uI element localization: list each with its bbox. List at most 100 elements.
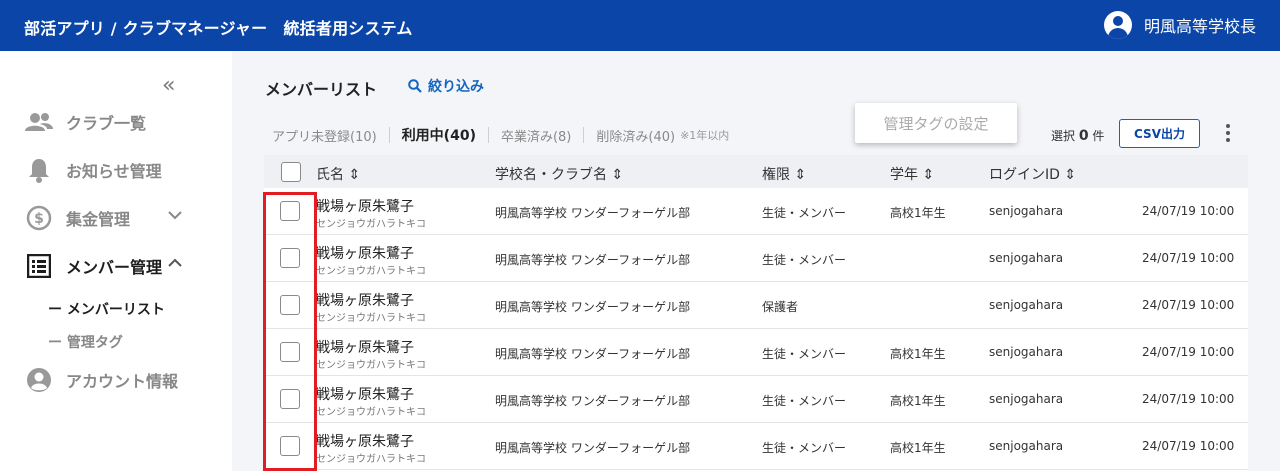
member-name: 戦場ヶ原朱鷺子 [316, 199, 414, 215]
sort-icon: ⇕ [611, 167, 624, 183]
list-icon [24, 253, 54, 279]
selection-number: 0 [1078, 128, 1089, 144]
filter-button[interactable]: 絞り込み [408, 76, 484, 96]
chevron-up-icon[interactable] [168, 257, 182, 271]
sidebar-subitem-member-list[interactable]: ー メンバーリスト [48, 299, 165, 319]
column-header-label: ログインID [989, 167, 1060, 183]
sidebar-item-label: お知らせ管理 [66, 162, 162, 181]
sort-icon: ⇕ [922, 167, 935, 183]
sidebar-item-notices[interactable]: お知らせ管理 [24, 157, 162, 183]
member-name: 戦場ヶ原朱鷺子 [316, 387, 414, 403]
member-kana: センジョウガハラトキコ [316, 454, 426, 465]
member-table: 氏名 ⇕ 学校名・クラブ名 ⇕ 権限 ⇕ 学年 ⇕ ログインID ⇕ 戦場ヶ原朱… [264, 155, 1248, 471]
sort-icon: ⇕ [794, 167, 807, 183]
last-login-date: 24/07/19 10:00 [1142, 251, 1235, 265]
table-header: 氏名 ⇕ 学校名・クラブ名 ⇕ 権限 ⇕ 学年 ⇕ ログインID ⇕ [264, 155, 1248, 188]
bell-icon [24, 157, 54, 183]
tab-divider [583, 127, 585, 143]
sidebar-item-members[interactable]: メンバー管理 [24, 253, 162, 279]
tab-divider [487, 127, 489, 143]
search-icon [408, 79, 422, 93]
sidebar-item-club-list[interactable]: クラブ一覧 [24, 109, 146, 135]
login-id: senjogahara [989, 204, 1064, 218]
grade: 高校1年生 [890, 347, 946, 361]
selection-count: 選択 0 件 [1051, 127, 1104, 144]
sort-icon: ⇕ [1064, 167, 1077, 183]
status-tabs: アプリ未登録(10) 利用中(40) 卒業済み(8) 削除済み(40) ※1年以… [272, 125, 729, 145]
user-name: 明風高等学校長 [1143, 17, 1256, 36]
filter-label: 絞り込み [428, 79, 484, 95]
more-vert-icon[interactable] [1220, 121, 1236, 145]
grade: 高校1年生 [890, 206, 946, 220]
sidebar-item-label: 集金管理 [66, 210, 131, 229]
user-menu[interactable]: 明風高等学校長 [1103, 11, 1256, 39]
svg-text:$: $ [34, 211, 44, 227]
selection-prefix: 選択 [1051, 129, 1076, 143]
column-header-label: 氏名 [316, 167, 344, 183]
last-login-date: 24/07/19 10:00 [1142, 204, 1235, 218]
member-name: 戦場ヶ原朱鷺子 [316, 293, 414, 309]
member-kana: センジョウガハラトキコ [316, 313, 426, 324]
member-name: 戦場ヶ原朱鷺子 [316, 434, 414, 450]
last-login-date: 24/07/19 10:00 [1142, 298, 1235, 312]
grade: 高校1年生 [890, 394, 946, 408]
tab-deleted[interactable]: 削除済み(40) [596, 126, 675, 145]
tab-graduated[interactable]: 卒業済み(8) [501, 126, 571, 145]
member-kana: センジョウガハラトキコ [316, 219, 426, 230]
column-header-role[interactable]: 権限 ⇕ [762, 164, 806, 184]
grade: 高校1年生 [890, 441, 946, 455]
member-name: 戦場ヶ原朱鷺子 [316, 340, 414, 356]
selection-suffix: 件 [1092, 129, 1105, 143]
role: 生徒・メンバー [762, 206, 847, 220]
select-all-checkbox[interactable] [281, 162, 301, 182]
column-header-name[interactable]: 氏名 ⇕ [316, 164, 360, 184]
page-title: メンバーリスト [265, 80, 378, 99]
main-content: メンバーリスト 絞り込み アプリ未登録(10) 利用中(40) 卒業済み(8) … [232, 51, 1280, 471]
checkbox-highlight-box [263, 192, 317, 471]
tab-unregistered[interactable]: アプリ未登録(10) [272, 126, 377, 145]
sidebar-subitem-manage-tags[interactable]: ー 管理タグ [48, 332, 123, 352]
account-icon [24, 367, 54, 393]
table-row[interactable]: 戦場ヶ原朱鷺子 センジョウガハラトキコ 明風高等学校 ワンダーフォーゲル部 生徒… [264, 423, 1248, 470]
collapse-sidebar-icon[interactable]: « [162, 73, 176, 98]
tab-active[interactable]: 利用中(40) [402, 125, 476, 145]
table-row[interactable]: 戦場ヶ原朱鷺子 センジョウガハラトキコ 明風高等学校 ワンダーフォーゲル部 生徒… [264, 376, 1248, 423]
sidebar-item-label: クラブ一覧 [66, 114, 147, 133]
login-id: senjogahara [989, 298, 1064, 312]
school-club: 明風高等学校 ワンダーフォーゲル部 [495, 394, 691, 408]
school-club: 明風高等学校 ワンダーフォーゲル部 [495, 347, 691, 361]
login-id: senjogahara [989, 251, 1064, 265]
school-club: 明風高等学校 ワンダーフォーゲル部 [495, 253, 691, 267]
column-header-grade[interactable]: 学年 ⇕ [890, 164, 934, 184]
login-id: senjogahara [989, 439, 1064, 453]
last-login-date: 24/07/19 10:00 [1142, 392, 1235, 406]
deleted-note: ※1年以内 [680, 129, 730, 142]
member-kana: センジョウガハラトキコ [316, 407, 426, 418]
sidebar-item-label: メンバー管理 [66, 258, 163, 277]
table-row[interactable]: 戦場ヶ原朱鷺子 センジョウガハラトキコ 明風高等学校 ワンダーフォーゲル部 生徒… [264, 235, 1248, 282]
column-header-login[interactable]: ログインID ⇕ [989, 164, 1076, 184]
table-row[interactable]: 戦場ヶ原朱鷺子 センジョウガハラトキコ 明風高等学校 ワンダーフォーゲル部 生徒… [264, 329, 1248, 376]
table-row[interactable]: 戦場ヶ原朱鷺子 センジョウガハラトキコ 明風高等学校 ワンダーフォーゲル部 保護… [264, 282, 1248, 329]
role: 生徒・メンバー [762, 394, 847, 408]
sidebar-item-payments[interactable]: $ 集金管理 [24, 205, 130, 231]
sidebar-item-label: アカウント情報 [66, 372, 179, 391]
dollar-icon: $ [24, 205, 54, 231]
chevron-down-icon[interactable] [168, 209, 182, 223]
role: 生徒・メンバー [762, 441, 847, 455]
school-club: 明風高等学校 ワンダーフォーゲル部 [495, 441, 691, 455]
csv-export-button[interactable]: CSV出力 [1119, 119, 1200, 148]
column-header-label: 学年 [890, 167, 918, 183]
last-login-date: 24/07/19 10:00 [1142, 345, 1235, 359]
account-circle-icon [1103, 11, 1132, 39]
manage-tags-menu-item[interactable]: 管理タグの設定 [855, 103, 1017, 143]
sidebar: « クラブ一覧 お知らせ管理 $ 集金管理 メンバー管理 ー メンバーリスト ー… [0, 51, 232, 471]
login-id: senjogahara [989, 392, 1064, 406]
column-header-school[interactable]: 学校名・クラブ名 ⇕ [495, 164, 623, 184]
column-header-label: 権限 [762, 167, 790, 183]
sort-icon: ⇕ [348, 167, 361, 183]
role: 生徒・メンバー [762, 347, 847, 361]
app-header: 部活アプリ / クラブマネージャー 統括者用システム 明風高等学校長 [0, 0, 1280, 51]
table-row[interactable]: 戦場ヶ原朱鷺子 センジョウガハラトキコ 明風高等学校 ワンダーフォーゲル部 生徒… [264, 188, 1248, 235]
sidebar-item-account[interactable]: アカウント情報 [24, 367, 178, 393]
